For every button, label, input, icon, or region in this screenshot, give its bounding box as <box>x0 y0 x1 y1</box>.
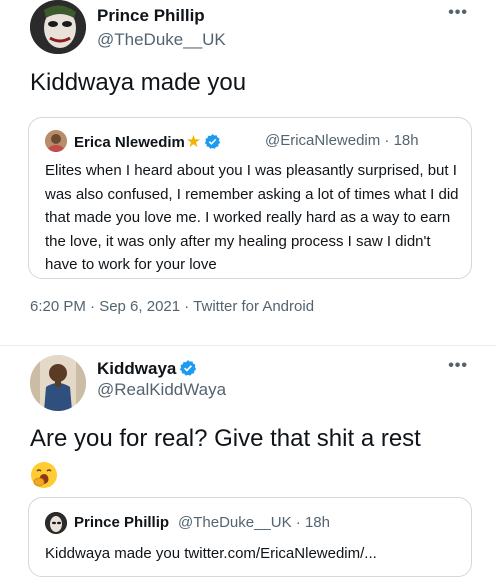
verified-badge-icon <box>179 359 197 382</box>
handle[interactable]: @RealKiddWaya <box>97 380 226 400</box>
more-options-icon[interactable]: ••• <box>448 357 468 375</box>
tweet-text: Kiddwaya made you <box>30 69 247 96</box>
avatar[interactable] <box>30 355 86 411</box>
quoted-display-name: Erica Nlewedim★ <box>74 132 221 154</box>
more-options-icon[interactable]: ••• <box>448 4 468 22</box>
display-name[interactable]: Prince Phillip <box>97 6 205 26</box>
tweet-prince-phillip[interactable]: Prince Phillip @TheDuke__UK ••• Kiddwaya… <box>0 0 496 345</box>
quoted-handle-time: @TheDuke__UK · 18h <box>178 514 330 531</box>
quoted-text: Kiddwaya made you twitter.com/EricaNlewe… <box>45 545 377 562</box>
star-emoji: ★ <box>185 132 202 151</box>
quoted-text: Elites when I heard about you I was plea… <box>45 162 459 274</box>
yawning-face-icon <box>30 461 58 489</box>
verified-badge-icon <box>204 133 221 154</box>
quoted-handle-time: @EricaNlewedim · 18h <box>265 132 419 149</box>
quoted-tweet[interactable]: Erica Nlewedim★ @EricaNlewedim · 18h Eli… <box>28 117 472 279</box>
tweet-meta[interactable]: 6:20 PM · Sep 6, 2021 · Twitter for Andr… <box>30 298 314 315</box>
quoted-tweet[interactable]: Prince Phillip @TheDuke__UK · 18h Kiddwa… <box>28 497 472 577</box>
tweet-kiddwaya[interactable]: Kiddwaya @RealKiddWaya ••• Are you for r… <box>0 345 496 577</box>
handle[interactable]: @TheDuke__UK <box>97 30 226 50</box>
quoted-avatar <box>45 130 67 152</box>
quoted-avatar <box>45 512 67 534</box>
avatar[interactable] <box>30 0 86 54</box>
quoted-display-name: Prince Phillip <box>74 514 170 531</box>
display-name[interactable]: Kiddwaya <box>97 359 197 382</box>
tweet-text: Are you for real? Give that shit a rest <box>30 425 421 452</box>
